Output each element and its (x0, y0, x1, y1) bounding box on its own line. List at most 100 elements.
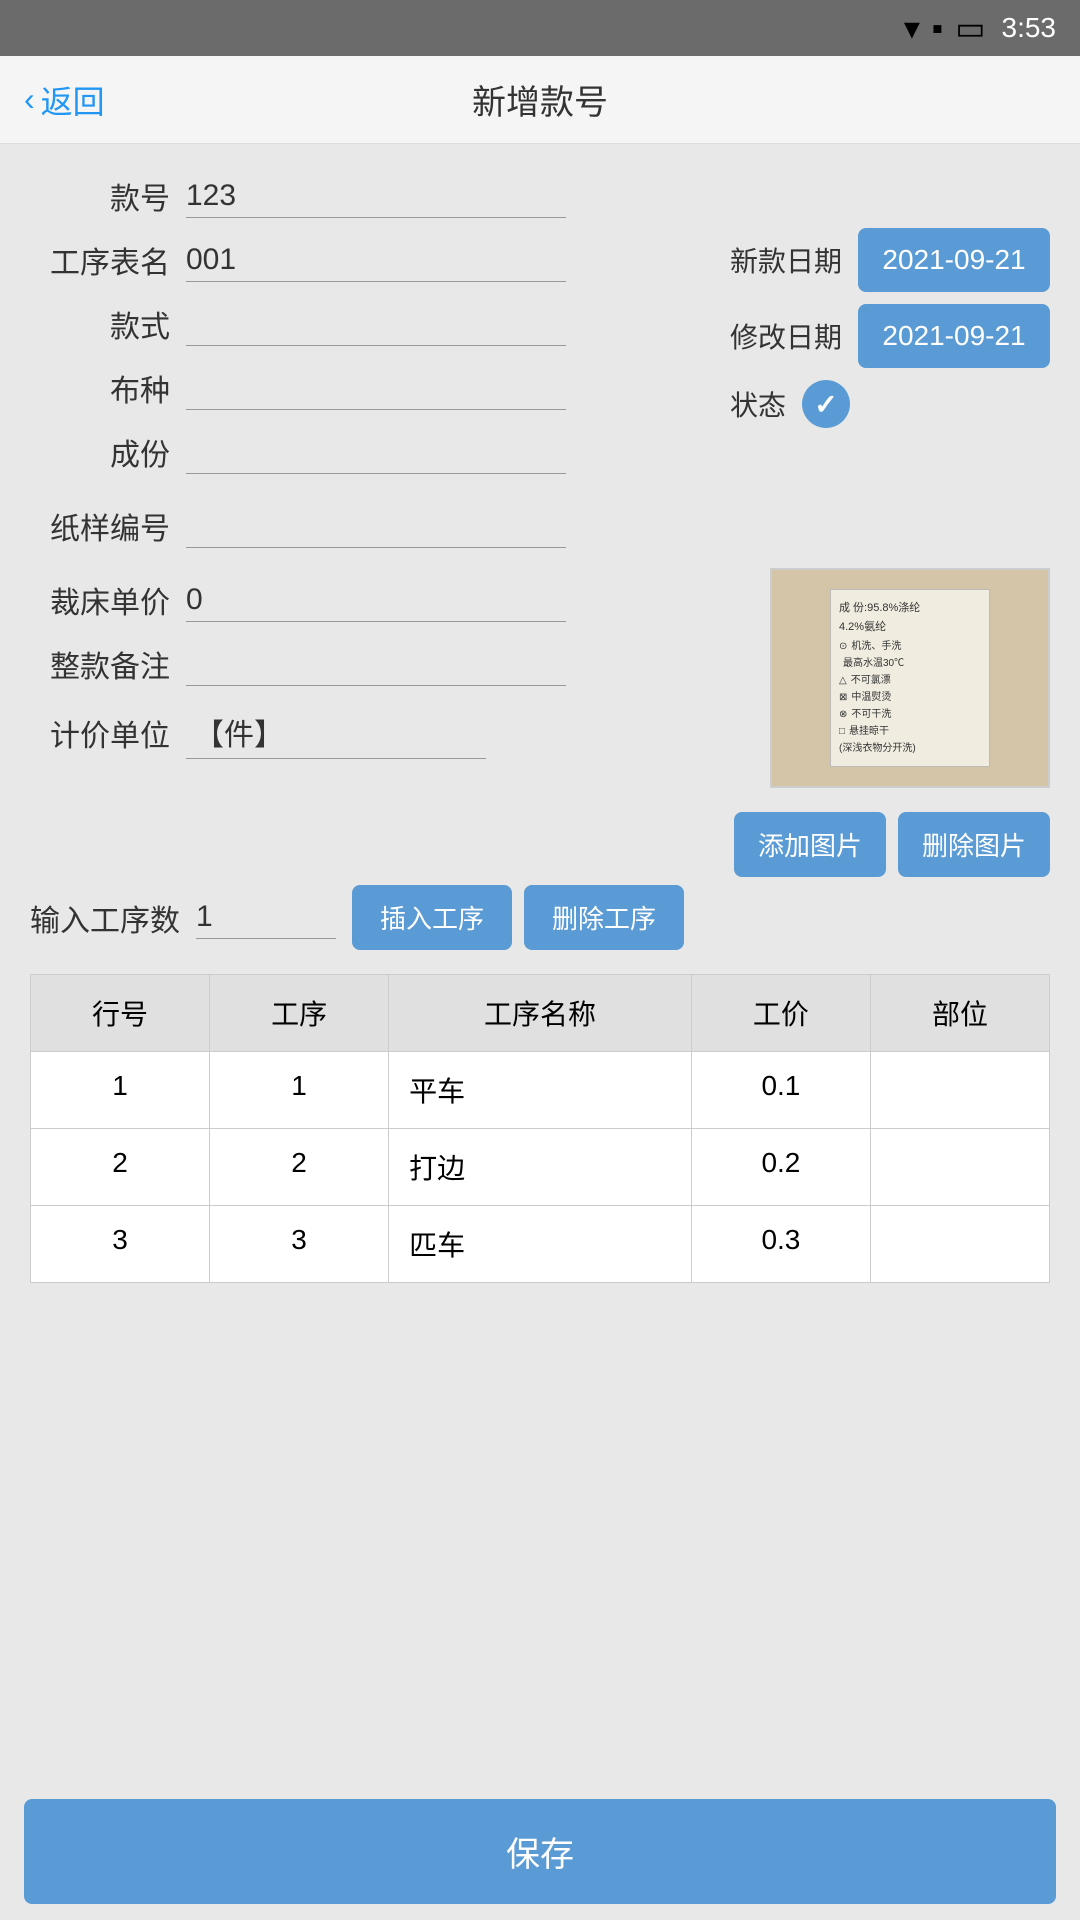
care-wash: ⊙ 机洗、手洗 (839, 639, 981, 654)
back-label: 返回 (41, 77, 105, 123)
fabric-line1: 成 份:95.8%涤纶 (839, 600, 981, 617)
fabric-line5: 不可氯漂 (851, 673, 891, 688)
cell-process: 1 (210, 1052, 389, 1129)
gongxushu-label: 输入工序数 (30, 896, 180, 940)
top-section: 工序表名 款式 布种 成份 新款日期 (30, 228, 1050, 484)
col-processname: 工序名称 (389, 975, 692, 1052)
process-count-row: 输入工序数 插入工序 删除工序 (30, 877, 1050, 958)
dry-icon: ⊗ (839, 707, 847, 722)
cell-price: 0.2 (691, 1129, 870, 1206)
wash-icon: ⊙ (839, 639, 847, 654)
caichuang-input[interactable] (186, 579, 566, 622)
iron-icon: ⊠ (839, 690, 847, 705)
cell-processname: 匹车 (389, 1206, 692, 1283)
fabric-line7: 不可干洗 (851, 707, 891, 722)
col-price: 工价 (691, 975, 870, 1052)
image-buttons: 添加图片 删除图片 (734, 812, 1050, 877)
table-row[interactable]: 3 3 匹车 0.3 (31, 1206, 1050, 1283)
care-dry: ⊗ 不可干洗 (839, 707, 981, 722)
buzhong-label: 布种 (30, 366, 170, 410)
delete-image-button[interactable]: 删除图片 (898, 812, 1050, 877)
care-temp: 最高水温30℃ (839, 656, 981, 671)
kuanhao-label: 款号 (30, 174, 170, 218)
xinkuan-date-button[interactable]: 2021-09-21 (858, 228, 1050, 292)
save-button[interactable]: 保存 (24, 1799, 1056, 1904)
status-time: 3:53 (1002, 12, 1057, 44)
col-position: 部位 (870, 975, 1049, 1052)
cell-price: 0.1 (691, 1052, 870, 1129)
gongxubiao-label: 工序表名 (30, 238, 170, 282)
fabric-line9: (深浅衣物分开洗) (839, 741, 916, 756)
gongxushu-input[interactable] (196, 896, 336, 939)
zhuangtai-row: 状态 ✓ (730, 380, 1050, 428)
care-separate: (深浅衣物分开洗) (839, 741, 981, 756)
table-header-row: 行号 工序 工序名称 工价 部位 (31, 975, 1050, 1052)
chengfen-input[interactable] (186, 431, 566, 474)
left-form-col: 裁床单价 整款备注 计价单位 【件】 (30, 568, 714, 769)
fabric-label-inner: 成 份:95.8%涤纶 4.2%氨纶 ⊙ 机洗、手洗 最高水温30℃ (830, 589, 990, 767)
process-btns: 插入工序 删除工序 (352, 885, 684, 950)
kuanshi-label: 款式 (30, 302, 170, 346)
col-linenum: 行号 (31, 975, 210, 1052)
gongxubiao-input[interactable] (186, 239, 566, 282)
care-iron: ⊠ 中温熨烫 (839, 690, 981, 705)
bleach-icon: △ (839, 673, 847, 688)
insert-process-button[interactable]: 插入工序 (352, 885, 512, 950)
image-section: 裁床单价 整款备注 计价单位 【件】 成 份: (30, 568, 1050, 877)
cell-processname: 打边 (389, 1129, 692, 1206)
signal-icon: ▪ (932, 10, 943, 47)
xiugai-date-button[interactable]: 2021-09-21 (858, 304, 1050, 368)
cell-position (870, 1129, 1049, 1206)
left-col: 工序表名 款式 布种 成份 (30, 228, 710, 484)
zhengkuan-input[interactable] (186, 643, 566, 686)
table-row[interactable]: 2 2 打边 0.2 (31, 1129, 1050, 1206)
kuanhao-row: 款号 (30, 164, 1050, 228)
content-area: 款号 工序表名 款式 布种 成份 (0, 144, 1080, 1303)
chengfen-label: 成份 (30, 430, 170, 474)
col-process: 工序 (210, 975, 389, 1052)
jijia-value: 【件】 (186, 706, 486, 759)
process-table: 行号 工序 工序名称 工价 部位 1 1 平车 0.1 2 2 打边 0.2 (30, 974, 1050, 1283)
caichuang-label: 裁床单价 (30, 578, 170, 622)
zhiyang-row: 纸样编号 (30, 494, 1050, 558)
chengfen-row: 成份 (30, 420, 710, 484)
cell-linenum: 2 (31, 1129, 210, 1206)
zhuangtai-label: 状态 (730, 384, 786, 424)
cell-position (870, 1206, 1049, 1283)
nav-bar: ‹ 返回 新增款号 (0, 56, 1080, 144)
back-button[interactable]: ‹ 返回 (24, 77, 105, 123)
cell-price: 0.3 (691, 1206, 870, 1283)
wifi-icon: ▾ (904, 9, 920, 47)
fabric-line3: 机洗、手洗 (851, 639, 901, 654)
cell-linenum: 1 (31, 1052, 210, 1129)
gongxubiao-row: 工序表名 (30, 228, 710, 292)
status-icons: ▾ ▪ ▭ (904, 9, 986, 47)
buzhong-row: 布种 (30, 356, 710, 420)
fabric-line8: 悬挂晾干 (849, 724, 889, 739)
cell-processname: 平车 (389, 1052, 692, 1129)
zhengkuan-row: 整款备注 (30, 632, 714, 696)
jijia-label: 计价单位 (30, 711, 170, 755)
page-title: 新增款号 (472, 75, 608, 124)
checkmark-icon: ✓ (814, 388, 837, 421)
fabric-image-container: 成 份:95.8%涤纶 4.2%氨纶 ⊙ 机洗、手洗 最高水温30℃ (770, 568, 1050, 788)
add-image-button[interactable]: 添加图片 (734, 812, 886, 877)
caichuang-row: 裁床单价 (30, 568, 714, 632)
fabric-label: 成 份:95.8%涤纶 4.2%氨纶 ⊙ 机洗、手洗 最高水温30℃ (772, 570, 1048, 786)
status-checkbox[interactable]: ✓ (802, 380, 850, 428)
delete-process-button[interactable]: 删除工序 (524, 885, 684, 950)
kuanhao-input[interactable] (186, 175, 566, 218)
fabric-line2: 4.2%氨纶 (839, 619, 981, 636)
chevron-left-icon: ‹ (24, 81, 35, 118)
buzhong-input[interactable] (186, 367, 566, 410)
kuanshi-input[interactable] (186, 303, 566, 346)
status-bar: ▾ ▪ ▭ 3:53 (0, 0, 1080, 56)
save-bar: 保存 (0, 1783, 1080, 1920)
table-row[interactable]: 1 1 平车 0.1 (31, 1052, 1050, 1129)
table-section: 行号 工序 工序名称 工价 部位 1 1 平车 0.1 2 2 打边 0.2 (30, 974, 1050, 1283)
zhiyang-input[interactable] (186, 505, 566, 548)
cell-process: 2 (210, 1129, 389, 1206)
xiugai-date-row: 修改日期 2021-09-21 (730, 304, 1050, 368)
xinkuan-date-row: 新款日期 2021-09-21 (730, 228, 1050, 292)
care-bleach: △ 不可氯漂 (839, 673, 981, 688)
